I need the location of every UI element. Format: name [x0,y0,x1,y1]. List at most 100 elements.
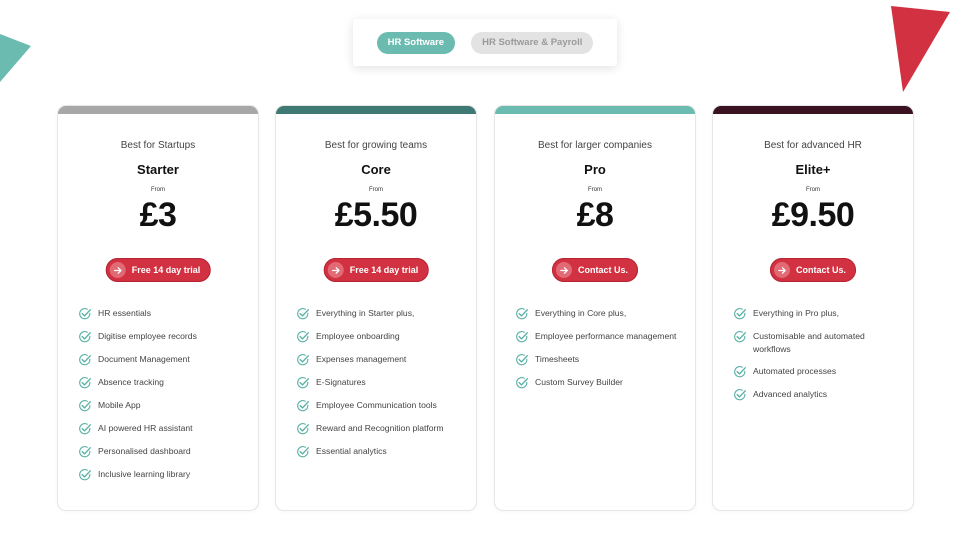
toggle-hr-software-payroll[interactable]: HR Software & Payroll [471,31,594,54]
contact-us-button[interactable]: Contact Us. [551,258,639,282]
feature-item: Document Management [78,353,248,367]
feature-list: Everything in Core plus, Employee perform… [515,307,685,399]
check-circle-icon [297,446,309,458]
check-circle-icon [734,331,746,343]
price-from-label: From [806,187,820,193]
plan-subtitle: Best for advanced HR [764,140,862,151]
feature-item: AI powered HR assistant [78,422,248,436]
feature-item: Reward and Recognition platform [296,422,466,436]
plan-card-elite-plus: Best for advanced HR Elite+ From £9.50 C… [712,105,914,511]
decorative-red-triangle [891,6,950,92]
feature-item: Digitise employee records [78,330,248,344]
check-circle-icon [516,354,528,366]
feature-item: Mobile App [78,399,248,413]
feature-text: Document Management [98,354,190,364]
feature-text: Employee onboarding [316,331,400,341]
check-circle-icon [297,308,309,320]
decorative-teal-triangle [0,34,31,82]
plan-card-pro: Best for larger companies Pro From £8 Co… [494,105,696,511]
price-from-label: From [588,187,602,193]
check-circle-icon [79,423,91,435]
feature-text: Employee Communication tools [316,400,437,410]
plan-price: £3 [139,196,177,234]
check-circle-icon [516,331,528,343]
contact-us-button[interactable]: Contact Us. [769,258,857,282]
cta-label: Contact Us. [795,265,847,275]
check-circle-icon [297,354,309,366]
check-circle-icon [79,446,91,458]
check-circle-icon [79,400,91,412]
feature-text: Digitise employee records [98,331,197,341]
arrow-right-icon [327,262,344,278]
check-circle-icon [516,377,528,389]
feature-item: Everything in Pro plus, [733,307,903,321]
feature-text: Custom Survey Builder [535,377,623,387]
feature-text: Everything in Core plus, [535,308,627,318]
plan-name: Core [361,162,391,177]
feature-text: Timesheets [535,354,580,364]
check-circle-icon [734,389,746,401]
feature-text: Mobile App [98,400,141,410]
check-circle-icon [297,400,309,412]
check-circle-icon [297,377,309,389]
feature-text: Absence tracking [98,377,164,387]
cta-label: Free 14 day trial [349,265,419,275]
feature-item: Automated processes [733,365,903,379]
plan-color-bar [713,106,913,114]
check-circle-icon [79,377,91,389]
plan-subtitle: Best for Startups [120,140,196,151]
plan-subtitle: Best for growing teams [324,140,428,151]
feature-item: Advanced analytics [733,388,903,402]
feature-item: Essential analytics [296,445,466,459]
plan-price: £8 [576,196,614,234]
feature-text: E-Signatures [316,377,366,387]
plan-name: Elite+ [795,162,831,177]
feature-item: Everything in Starter plus, [296,307,466,321]
plan-name: Starter [137,162,179,177]
arrow-right-icon [773,262,790,278]
feature-text: Advanced analytics [753,389,828,399]
plan-type-toggle: HR Software HR Software & Payroll [353,19,617,66]
feature-text: AI powered HR assistant [98,423,193,433]
feature-list: HR essentials Digitise employee records Do… [78,307,248,491]
feature-item: Employee Communication tools [296,399,466,413]
free-trial-button[interactable]: Free 14 day trial [105,258,211,282]
arrow-right-icon [109,262,126,278]
feature-item: Employee performance management [515,330,685,344]
feature-item: Employee onboarding [296,330,466,344]
plan-price: £5.50 [334,196,418,234]
check-circle-icon [79,469,91,481]
plan-subtitle: Best for larger companies [538,140,652,151]
feature-text: Personalised dashboard [98,446,191,456]
feature-item: Expenses management [296,353,466,367]
plan-card-core: Best for growing teams Core From £5.50 F… [275,105,477,511]
check-circle-icon [79,331,91,343]
toggle-hr-software[interactable]: HR Software [376,31,456,54]
arrow-right-icon [555,262,572,278]
check-circle-icon [516,308,528,320]
feature-item: HR essentials [78,307,248,321]
feature-item: Absence tracking [78,376,248,390]
feature-text: HR essentials [98,308,152,318]
feature-item: Custom Survey Builder [515,376,685,390]
plan-color-bar [495,106,695,114]
check-circle-icon [79,308,91,320]
feature-text: Automated processes [753,366,837,376]
plan-price: £9.50 [771,196,855,234]
plan-name: Pro [584,162,606,177]
feature-text: Inclusive learning library [98,469,191,479]
feature-text: Everything in Pro plus, [753,308,839,318]
feature-item: Everything in Core plus, [515,307,685,321]
feature-text: Essential analytics [316,446,387,456]
feature-item: Inclusive learning library [78,468,248,482]
feature-item: Customisable and automated workflows [733,330,903,356]
cta-label: Free 14 day trial [131,265,201,275]
check-circle-icon [79,354,91,366]
feature-item: E-Signatures [296,376,466,390]
feature-item: Timesheets [515,353,685,367]
check-circle-icon [297,423,309,435]
free-trial-button[interactable]: Free 14 day trial [323,258,429,282]
price-from-label: From [151,187,165,193]
check-circle-icon [734,366,746,378]
feature-text: Employee performance management [535,331,677,341]
